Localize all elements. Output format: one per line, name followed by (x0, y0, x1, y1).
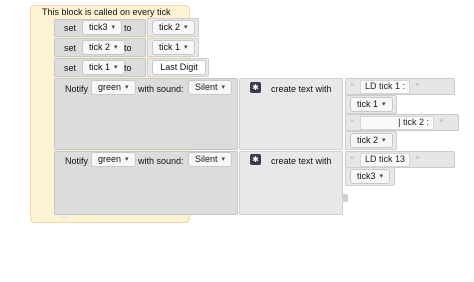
dropdown-value: tick 1 (89, 62, 111, 72)
set-label: set (64, 43, 77, 53)
variable-dropdown-tick-2[interactable]: tick 2 ▾ (152, 20, 195, 35)
dropdown-value: tick 2 (357, 135, 379, 145)
text-field[interactable]: | tick 2 : (360, 115, 434, 130)
chevron-down-icon: ▾ (221, 84, 226, 91)
with-sound-label: with sound: (138, 84, 184, 94)
close-quote-icon: ” (440, 117, 443, 128)
gear-icon[interactable]: ✱ (250, 82, 261, 93)
set-label: set (64, 63, 77, 73)
open-quote-icon: “ (351, 154, 354, 165)
chevron-down-icon: ▾ (221, 156, 226, 163)
text-field[interactable]: LD tick 13 (360, 152, 411, 167)
chevron-down-icon: ▾ (382, 137, 386, 144)
dropdown-value: tick3 (89, 22, 108, 32)
with-sound-label: with sound: (138, 156, 184, 166)
text-field[interactable]: LD tick 1 : (360, 79, 411, 94)
gear-icon[interactable]: ✱ (250, 154, 261, 165)
variable-dropdown-tick3[interactable]: tick3 ▾ (350, 169, 391, 184)
close-quote-icon: ” (416, 81, 420, 92)
chevron-down-icon: ▾ (114, 44, 118, 51)
chevron-down-icon: ▾ (184, 44, 188, 51)
dropdown-value: tick 2 (89, 42, 111, 52)
variable-dropdown-tick-1[interactable]: tick 1 ▾ (82, 60, 125, 75)
set-label: set (64, 23, 77, 33)
to-label: to (124, 43, 132, 53)
dropdown-value: tick3 (357, 171, 376, 181)
variable-dropdown-tick-1[interactable]: tick 1 ▾ (350, 97, 393, 112)
dropdown-value: Silent (195, 82, 218, 92)
dropdown-value: tick 2 (159, 22, 181, 32)
open-quote-icon: “ (351, 117, 354, 128)
variable-dropdown-tick3[interactable]: tick3 ▾ (82, 20, 123, 35)
chevron-down-icon: ▾ (125, 156, 129, 163)
dropdown-value: green (98, 154, 122, 164)
chevron-down-icon: ▾ (125, 84, 129, 91)
variable-dropdown-tick-1[interactable]: tick 1 ▾ (152, 40, 195, 55)
create-text-label: create text with (271, 156, 332, 166)
notify-label: Notify (65, 84, 89, 94)
variable-dropdown-tick-2[interactable]: tick 2 ▾ (82, 40, 125, 55)
text-literal-block[interactable]: “ LD tick 1 : ” (345, 78, 455, 95)
chevron-down-icon: ▾ (111, 24, 116, 31)
variable-dropdown-tick-2[interactable]: tick 2 ▾ (350, 133, 393, 148)
dropdown-value: tick 1 (159, 42, 181, 52)
input-connector (343, 194, 348, 202)
to-label: to (124, 23, 132, 33)
to-label: to (124, 63, 132, 73)
text-literal-block[interactable]: “ LD tick 13 ” (345, 151, 455, 168)
sound-dropdown[interactable]: Silent ▾ (188, 152, 233, 167)
chevron-down-icon: ▾ (382, 101, 386, 108)
sound-dropdown[interactable]: Silent ▾ (188, 80, 233, 95)
color-dropdown[interactable]: green ▾ (91, 152, 136, 167)
notify-label: Notify (65, 156, 89, 166)
chevron-down-icon: ▾ (184, 24, 188, 31)
dropdown-value: green (98, 82, 122, 92)
color-dropdown[interactable]: green ▾ (91, 80, 136, 95)
event-title: This block is called on every tick (42, 7, 171, 17)
text-literal-block[interactable]: “ | tick 2 : ” (345, 114, 459, 131)
dropdown-value: tick 1 (357, 99, 379, 109)
open-quote-icon: “ (351, 81, 354, 92)
close-quote-icon: ” (416, 154, 420, 165)
chevron-down-icon: ▾ (114, 64, 118, 71)
create-text-label: create text with (271, 84, 332, 94)
chevron-down-icon: ▾ (379, 173, 384, 180)
dropdown-value: Silent (195, 154, 218, 164)
last-digit-field[interactable]: Last Digit (152, 60, 206, 75)
